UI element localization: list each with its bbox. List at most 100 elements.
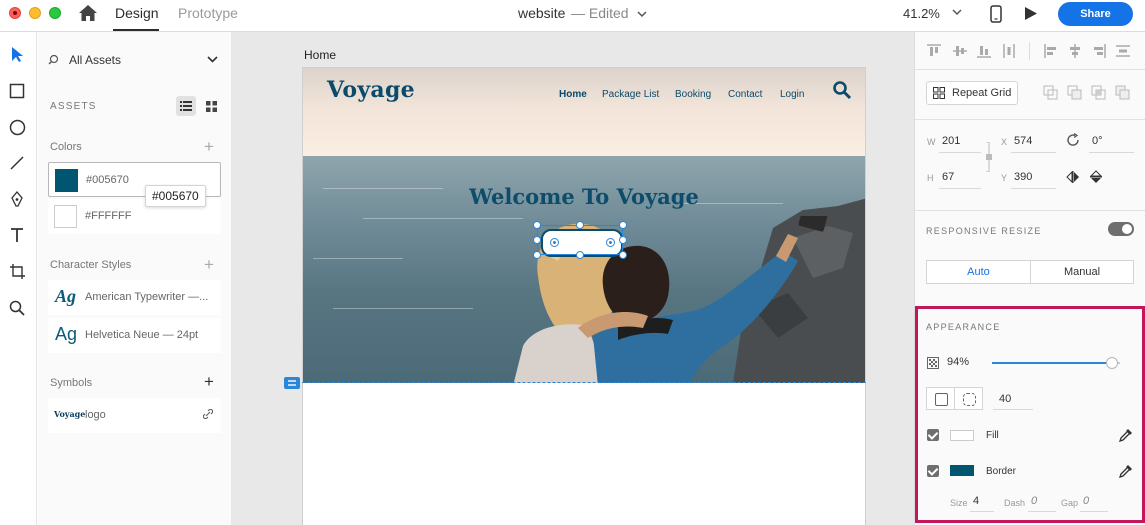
fill-color-swatch[interactable] xyxy=(950,430,974,441)
height-field[interactable]: 67 xyxy=(942,171,954,183)
opacity-icon xyxy=(927,357,939,369)
hero-headline[interactable]: Welcome To Voyage xyxy=(303,184,865,209)
artboard-icon xyxy=(9,263,25,279)
resize-handle[interactable] xyxy=(576,251,584,259)
tab-prototype[interactable]: Prototype xyxy=(178,5,238,21)
share-button[interactable]: Share xyxy=(1058,2,1133,26)
resize-handle[interactable] xyxy=(619,221,627,229)
tab-design[interactable]: Design xyxy=(115,5,159,21)
site-nav-contact[interactable]: Contact xyxy=(728,89,762,100)
site-nav-booking[interactable]: Booking xyxy=(675,89,711,100)
artboard-home[interactable]: Voyage Home Package List Booking Contact… xyxy=(302,67,866,525)
document-title[interactable]: website xyxy=(518,5,565,21)
y-field-underline xyxy=(1011,188,1056,189)
width-field[interactable]: 201 xyxy=(942,135,960,147)
close-window-button[interactable] xyxy=(9,7,21,19)
distribute-vertical-icon[interactable] xyxy=(1002,44,1016,58)
y-field[interactable]: 390 xyxy=(1014,171,1032,183)
hero-image[interactable]: Voyage Home Package List Booking Contact… xyxy=(303,68,865,383)
fill-checkbox[interactable] xyxy=(927,429,939,441)
resize-handle[interactable] xyxy=(533,221,541,229)
align-middle-icon[interactable] xyxy=(953,44,967,58)
zoom-level[interactable]: 41.2% xyxy=(903,6,940,21)
align-center-icon[interactable] xyxy=(1068,44,1082,58)
list-view-button[interactable] xyxy=(176,96,196,116)
resize-handle[interactable] xyxy=(576,221,584,229)
resize-handle[interactable] xyxy=(533,251,541,259)
resize-manual-button[interactable]: Manual xyxy=(1030,260,1134,284)
ellipse-tool[interactable] xyxy=(7,117,27,137)
add-color-button[interactable]: + xyxy=(204,138,214,155)
select-tool[interactable] xyxy=(7,44,27,64)
symbol-item[interactable]: Voyage logo xyxy=(48,398,221,433)
grid-view-button[interactable] xyxy=(201,96,221,116)
zoom-tool[interactable] xyxy=(7,298,27,318)
x-field[interactable]: 574 xyxy=(1014,135,1032,147)
eyedropper-icon[interactable] xyxy=(1119,464,1133,478)
flip-horizontal-icon[interactable] xyxy=(1066,171,1080,183)
site-logo[interactable]: Voyage xyxy=(327,77,415,103)
border-checkbox[interactable] xyxy=(927,465,939,477)
y-label: Y xyxy=(1001,173,1008,183)
align-top-icon[interactable] xyxy=(927,44,941,58)
chevron-down-icon[interactable] xyxy=(952,9,962,16)
line-tool[interactable] xyxy=(7,153,27,173)
boolean-exclude-icon[interactable] xyxy=(1115,85,1130,100)
corner-radius-mode-buttons[interactable] xyxy=(926,387,983,410)
site-search-icon[interactable] xyxy=(832,80,852,100)
artboard-tool[interactable] xyxy=(7,261,27,281)
height-marker-button[interactable] xyxy=(284,377,300,389)
design-canvas[interactable]: Home Voyage Home Package List Booking Co… xyxy=(231,32,914,525)
align-bottom-icon[interactable] xyxy=(977,44,991,58)
boolean-intersect-icon[interactable] xyxy=(1091,85,1106,100)
boolean-add-icon[interactable] xyxy=(1043,85,1058,100)
device-preview-icon[interactable] xyxy=(990,5,1002,23)
chevron-down-icon[interactable] xyxy=(637,11,647,18)
resize-auto-button[interactable]: Auto xyxy=(926,260,1031,284)
responsive-resize-toggle[interactable] xyxy=(1108,222,1134,236)
site-nav-package-list[interactable]: Package List xyxy=(602,89,659,100)
pen-tool[interactable] xyxy=(7,189,27,209)
add-symbol-button[interactable]: + xyxy=(204,373,214,390)
flip-vertical-icon[interactable] xyxy=(1090,170,1102,184)
site-nav-login[interactable]: Login xyxy=(780,89,804,100)
border-size-field[interactable]: 4 xyxy=(973,495,979,507)
toolbar-divider xyxy=(1029,42,1030,60)
resize-handle[interactable] xyxy=(533,236,541,244)
uniform-radius-icon[interactable] xyxy=(927,388,955,409)
responsive-resize-label: RESPONSIVE RESIZE xyxy=(926,226,1042,236)
align-left-icon[interactable] xyxy=(1044,44,1058,58)
artboard-title[interactable]: Home xyxy=(304,48,336,62)
title-bar: Design Prototype website — Edited 41.2% … xyxy=(0,0,1145,32)
corner-radius-field[interactable]: 40 xyxy=(999,393,1011,405)
play-icon[interactable] xyxy=(1024,6,1038,21)
opacity-value[interactable]: 94% xyxy=(947,356,969,368)
minimize-window-button[interactable] xyxy=(29,7,41,19)
text-tool[interactable] xyxy=(7,225,27,245)
home-icon[interactable] xyxy=(78,4,98,22)
resize-handle[interactable] xyxy=(619,236,627,244)
distribute-horizontal-icon[interactable] xyxy=(1116,44,1130,58)
dash-field[interactable]: 0 xyxy=(1031,495,1037,507)
align-right-icon[interactable] xyxy=(1092,44,1106,58)
document-status[interactable]: — Edited xyxy=(571,5,629,21)
lock-aspect-icon[interactable] xyxy=(985,142,993,172)
opacity-slider-fill xyxy=(992,362,1113,364)
border-label: Border xyxy=(986,466,1017,477)
character-style-item[interactable]: Ag American Typewriter —... xyxy=(48,280,221,315)
eyedropper-icon[interactable] xyxy=(1119,428,1133,442)
boolean-subtract-icon[interactable] xyxy=(1067,85,1082,100)
resize-handle[interactable] xyxy=(619,251,627,259)
opacity-slider[interactable] xyxy=(992,357,1120,369)
add-character-style-button[interactable]: + xyxy=(204,256,214,273)
character-style-item[interactable]: Ag Helvetica Neue — 24pt xyxy=(48,318,221,353)
border-color-swatch[interactable] xyxy=(950,465,974,476)
repeat-grid-button[interactable]: Repeat Grid xyxy=(926,81,1018,105)
fill-label: Fill xyxy=(986,430,999,441)
rectangle-tool[interactable] xyxy=(7,81,27,101)
maximize-window-button[interactable] xyxy=(49,7,61,19)
rotation-field[interactable]: 0° xyxy=(1092,135,1103,147)
link-icon[interactable] xyxy=(203,409,213,419)
site-nav-home[interactable]: Home xyxy=(559,89,587,100)
gap-field[interactable]: 0 xyxy=(1083,495,1089,507)
